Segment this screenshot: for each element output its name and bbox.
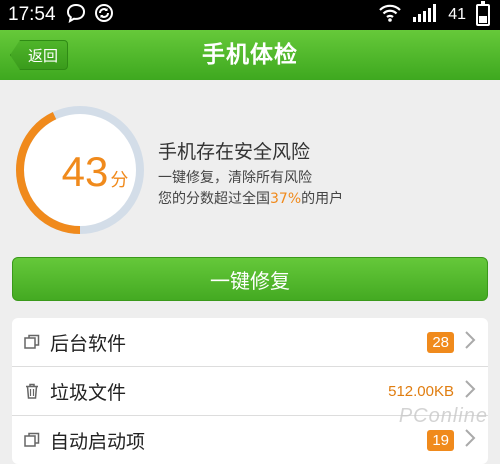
battery-level: 41 [448,6,466,23]
window-icon [24,432,40,448]
score-unit: 分 [110,170,129,191]
risk-percent: 37% [270,191,302,207]
window-icon [24,334,40,350]
risk-title: 手机存在安全风险 [158,141,311,163]
list-item-label: 自动启动项 [50,430,146,453]
sync-icon [94,3,114,27]
chat-bubble-icon [66,3,86,27]
signal-icon [412,3,438,27]
one-click-fix-button[interactable]: 一键修复 [12,257,488,301]
title-bar: 返回 手机体检 [0,30,500,80]
chevron-right-icon [464,330,476,354]
trash-icon [24,383,40,399]
count-badge: 19 [427,429,454,451]
status-time: 17:54 [8,4,56,25]
page-title: 手机体检 [202,42,298,68]
watermark: PConline [398,405,488,427]
list-item-label: 后台软件 [50,332,127,355]
score-panel: 43 分 手机存在安全风险 一键修复，清除所有风险 您的分数超过全国37%的用户 [0,80,500,250]
list-item-label: 垃圾文件 [50,381,127,404]
chevron-right-icon [464,379,476,403]
wifi-icon [378,3,402,27]
check-item-list: 后台软件 28 垃圾文件 512.00KB 自动启动项 19 [12,318,488,464]
risk-rank-line: 您的分数超过全国37%的用户 [158,191,344,207]
junk-size-value: 512.00KB [388,382,454,400]
risk-fix-hint: 一键修复，清除所有风险 [158,170,312,186]
score-display: 43 分 [40,148,150,196]
list-item-background-apps[interactable]: 后台软件 28 [12,318,488,367]
status-bar: 17:54 41 [0,0,500,30]
count-badge: 28 [427,331,454,353]
score-value: 43 [61,148,109,195]
fix-button-label: 一键修复 [210,268,290,293]
battery-icon [476,1,490,26]
chevron-right-icon [464,428,476,452]
